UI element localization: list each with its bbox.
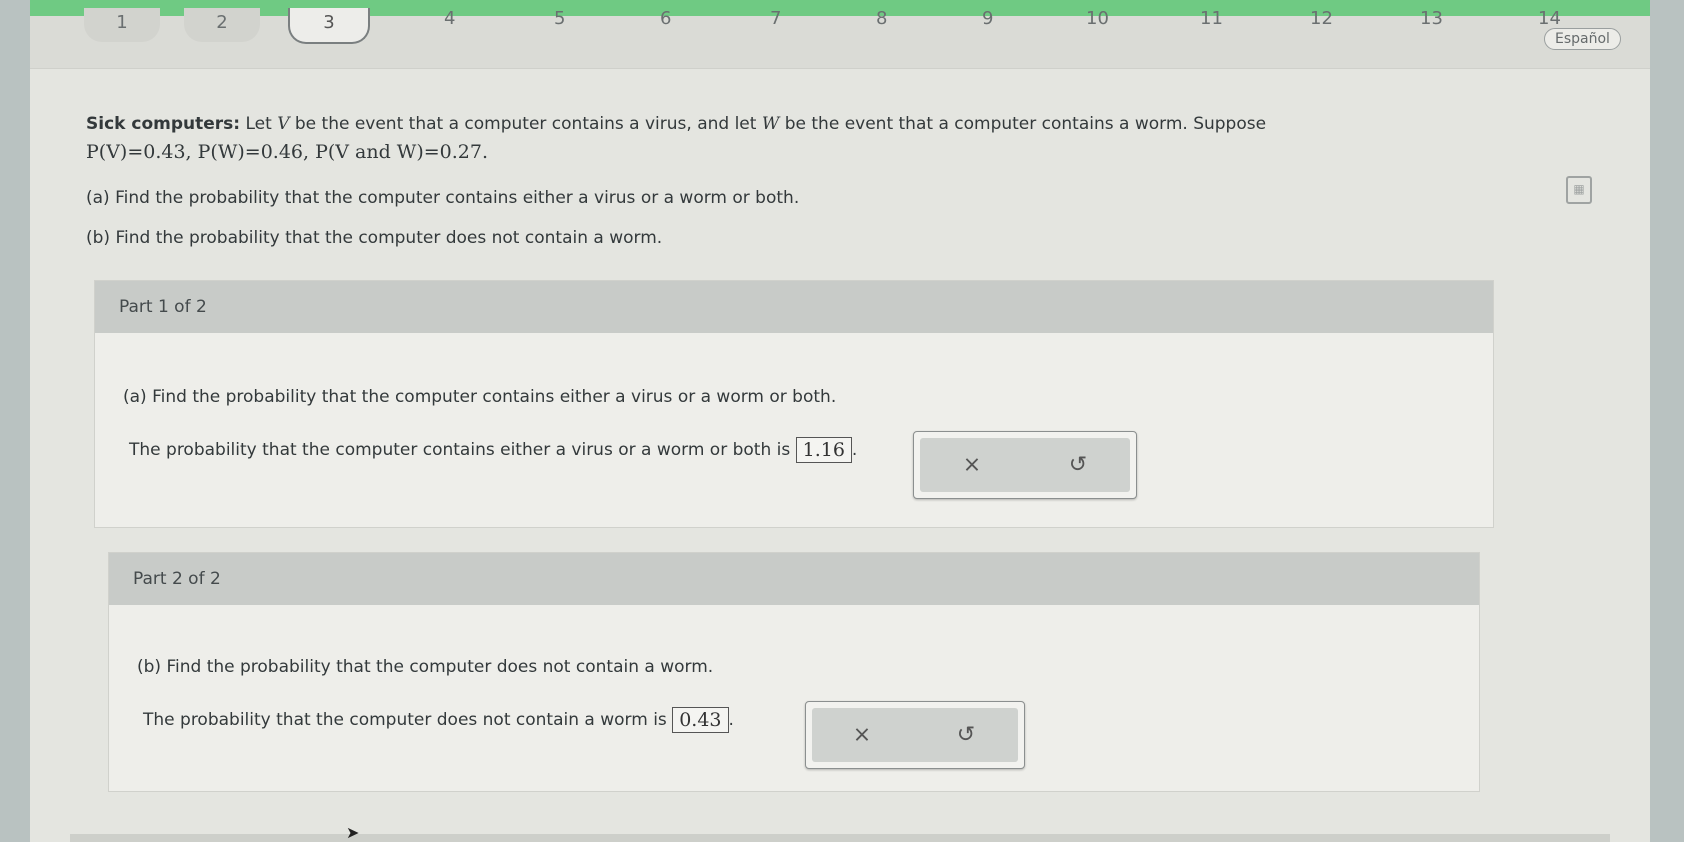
question-tab-13[interactable]: 13 — [1420, 8, 1443, 29]
question-tab-10[interactable]: 10 — [1086, 8, 1109, 29]
mouse-cursor-icon: ➤ — [346, 823, 360, 842]
part-2-answer-input[interactable]: 0.43 — [672, 707, 729, 733]
part-2-action-group: × ↺ — [805, 701, 1025, 769]
question-tab-14[interactable]: 14 — [1538, 8, 1561, 29]
question-tab-8[interactable]: 8 — [876, 8, 887, 29]
clear-icon[interactable]: × — [963, 453, 981, 478]
calculator-icon[interactable]: ▦ — [1566, 176, 1592, 204]
question-a: (a) Find the probability that the comput… — [86, 188, 800, 208]
clear-icon[interactable]: × — [853, 723, 871, 748]
problem-text: be the event that a computer contains a … — [294, 114, 757, 134]
question-tab-6[interactable]: 6 — [660, 8, 671, 29]
question-tab-4[interactable]: 4 — [444, 8, 455, 29]
bottom-bar — [70, 834, 1610, 842]
part-2-question: (b) Find the probability that the comput… — [137, 657, 714, 677]
question-tab-1[interactable]: 1 — [84, 8, 160, 42]
part-1-panel: Part 1 of 2 (a) Find the probability tha… — [94, 280, 1494, 528]
part-1-answer-line: The probability that the computer contai… — [129, 437, 857, 463]
part-1-header: Part 1 of 2 — [95, 281, 1493, 333]
question-tab-5[interactable]: 5 — [554, 8, 565, 29]
problem-intro: Sick computers: Let V be the event that … — [86, 110, 1486, 138]
part-2-action-bg — [812, 708, 1018, 762]
given-probabilities: P(V)=0.43, P(W)=0.46, P(V and W)=0.27. — [86, 141, 489, 163]
period: . — [728, 710, 734, 730]
variable-v: V — [277, 114, 290, 134]
variable-w: W — [761, 114, 780, 134]
page: 1 2 3 4 5 6 7 8 9 10 11 12 13 14 Español… — [30, 0, 1650, 842]
undo-icon[interactable]: ↺ — [1069, 453, 1087, 478]
question-tab-12[interactable]: 12 — [1310, 8, 1333, 29]
part-2-panel: Part 2 of 2 (b) Find the probability tha… — [108, 552, 1480, 792]
question-tab-11[interactable]: 11 — [1200, 8, 1223, 29]
question-tab-7[interactable]: 7 — [770, 8, 781, 29]
part-1-action-bg — [920, 438, 1130, 492]
part-1-action-group: × ↺ — [913, 431, 1137, 499]
question-nav-bar: 1 2 3 4 5 6 7 8 9 10 11 12 13 14 Español — [30, 8, 1650, 69]
language-toggle-button[interactable]: Español — [1544, 28, 1621, 50]
part-1-answer-input[interactable]: 1.16 — [795, 437, 852, 463]
problem-text: Let — [245, 114, 272, 134]
problem-statement: Sick computers: Let V be the event that … — [86, 110, 1486, 248]
part-1-answer-label: The probability that the computer contai… — [129, 440, 791, 460]
problem-title: Sick computers: — [86, 114, 241, 134]
part-2-header: Part 2 of 2 — [109, 553, 1479, 605]
question-b: (b) Find the probability that the comput… — [86, 228, 663, 248]
undo-icon[interactable]: ↺ — [957, 723, 975, 748]
problem-text: be the event that a computer contains a … — [784, 114, 1267, 134]
period: . — [851, 440, 858, 460]
part-2-answer-line: The probability that the computer does n… — [143, 707, 734, 733]
progress-strip — [30, 0, 1650, 16]
question-tab-3[interactable]: 3 — [288, 8, 370, 44]
part-1-question: (a) Find the probability that the comput… — [123, 387, 837, 407]
part-2-answer-label: The probability that the computer does n… — [143, 710, 667, 730]
question-tab-9[interactable]: 9 — [982, 8, 993, 29]
question-tab-2[interactable]: 2 — [184, 8, 260, 42]
